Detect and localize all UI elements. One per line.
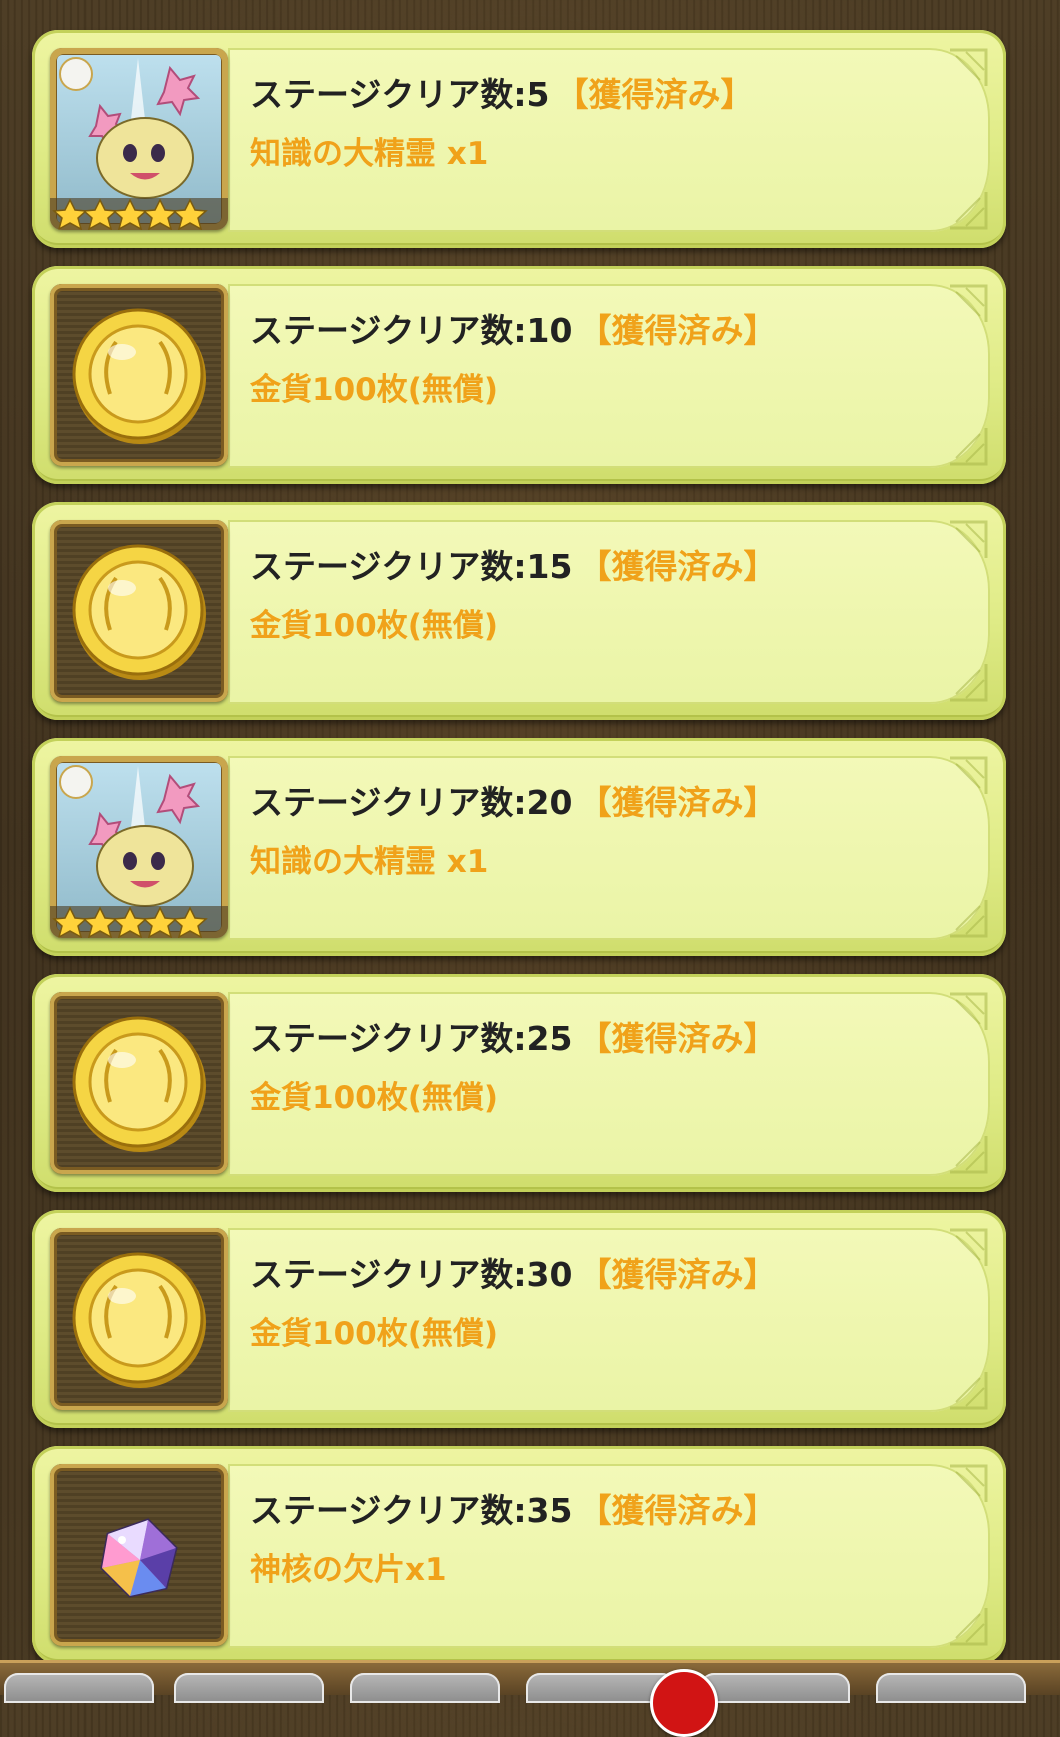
gold-coin-icon	[50, 992, 228, 1174]
mission-condition: ステージクリア数:30	[250, 1255, 573, 1294]
ornament-corner-icon	[950, 48, 988, 86]
bottom-tab[interactable]	[4, 1673, 154, 1703]
status-badge: 【獲得済み】	[555, 75, 754, 114]
ornament-corner-icon	[950, 756, 988, 794]
ornament-corner-icon	[950, 900, 988, 938]
mission-title: ステージクリア数:35 【獲得済み】	[250, 1484, 776, 1532]
ornament-corner-icon	[950, 428, 988, 466]
reward-label: 金貨100枚(無償)	[250, 372, 499, 408]
ornament-corner-icon	[950, 284, 988, 322]
ornament-corner-icon	[950, 1464, 988, 1502]
ornament-corner-icon	[950, 1372, 988, 1410]
bottom-tab[interactable]	[700, 1673, 850, 1703]
mission-card[interactable]: ステージクリア数:5 【獲得済み】 知識の大精霊 x1	[32, 30, 1006, 248]
mission-condition: ステージクリア数:25	[250, 1019, 573, 1058]
mission-title: ステージクリア数:15 【獲得済み】	[250, 540, 776, 588]
reward-label: 金貨100枚(無償)	[250, 608, 499, 644]
spirit-icon	[50, 48, 228, 230]
reward-label: 神核の欠片x1	[250, 1552, 447, 1588]
bottom-tab-bar	[0, 1660, 1060, 1737]
mission-card[interactable]: ステージクリア数:35 【獲得済み】 神核の欠片x1	[32, 1446, 1006, 1664]
gold-coin-icon	[50, 1228, 228, 1410]
mission-condition: ステージクリア数:15	[250, 547, 573, 586]
mission-condition: ステージクリア数:20	[250, 783, 573, 822]
reward-label: 金貨100枚(無償)	[250, 1316, 499, 1352]
reward-label: 知識の大精霊 x1	[250, 136, 489, 172]
mission-title: ステージクリア数:30 【獲得済み】	[250, 1248, 776, 1296]
gold-coin-icon	[50, 520, 228, 702]
status-badge: 【獲得済み】	[578, 1491, 777, 1530]
ornament-corner-icon	[950, 664, 988, 702]
ornament-corner-icon	[950, 992, 988, 1030]
mission-card[interactable]: ステージクリア数:25 【獲得済み】 金貨100枚(無償)	[32, 974, 1006, 1192]
mission-title: ステージクリア数:25 【獲得済み】	[250, 1012, 776, 1060]
ornament-corner-icon	[950, 520, 988, 558]
ornament-corner-icon	[950, 1608, 988, 1646]
mission-condition: ステージクリア数:10	[250, 311, 573, 350]
mission-title: ステージクリア数:20 【獲得済み】	[250, 776, 776, 824]
status-badge: 【獲得済み】	[578, 547, 777, 586]
mission-card[interactable]: ステージクリア数:20 【獲得済み】 知識の大精霊 x1	[32, 738, 1006, 956]
crystal-shard-icon	[50, 1464, 228, 1646]
mission-card[interactable]: ステージクリア数:10 【獲得済み】 金貨100枚(無償)	[32, 266, 1006, 484]
reward-label: 金貨100枚(無償)	[250, 1080, 499, 1116]
reward-label: 知識の大精霊 x1	[250, 844, 489, 880]
mission-condition: ステージクリア数:35	[250, 1491, 573, 1530]
mission-card[interactable]: ステージクリア数:15 【獲得済み】 金貨100枚(無償)	[32, 502, 1006, 720]
bottom-tab[interactable]	[350, 1673, 500, 1703]
ornament-corner-icon	[950, 192, 988, 230]
ornament-corner-icon	[950, 1136, 988, 1174]
mission-title: ステージクリア数:10 【獲得済み】	[250, 304, 776, 352]
mission-card[interactable]: ステージクリア数:30 【獲得済み】 金貨100枚(無償)	[32, 1210, 1006, 1428]
mission-title: ステージクリア数:5 【獲得済み】	[250, 68, 754, 116]
gold-coin-icon	[50, 284, 228, 466]
status-badge: 【獲得済み】	[578, 1019, 777, 1058]
status-badge: 【獲得済み】	[578, 1255, 777, 1294]
status-badge: 【獲得済み】	[578, 311, 777, 350]
notification-dot-icon	[650, 1669, 718, 1737]
spirit-icon	[50, 756, 228, 938]
status-badge: 【獲得済み】	[578, 783, 777, 822]
ornament-corner-icon	[950, 1228, 988, 1266]
mission-condition: ステージクリア数:5	[250, 75, 550, 114]
bottom-tab[interactable]	[174, 1673, 324, 1703]
bottom-tab[interactable]	[876, 1673, 1026, 1703]
